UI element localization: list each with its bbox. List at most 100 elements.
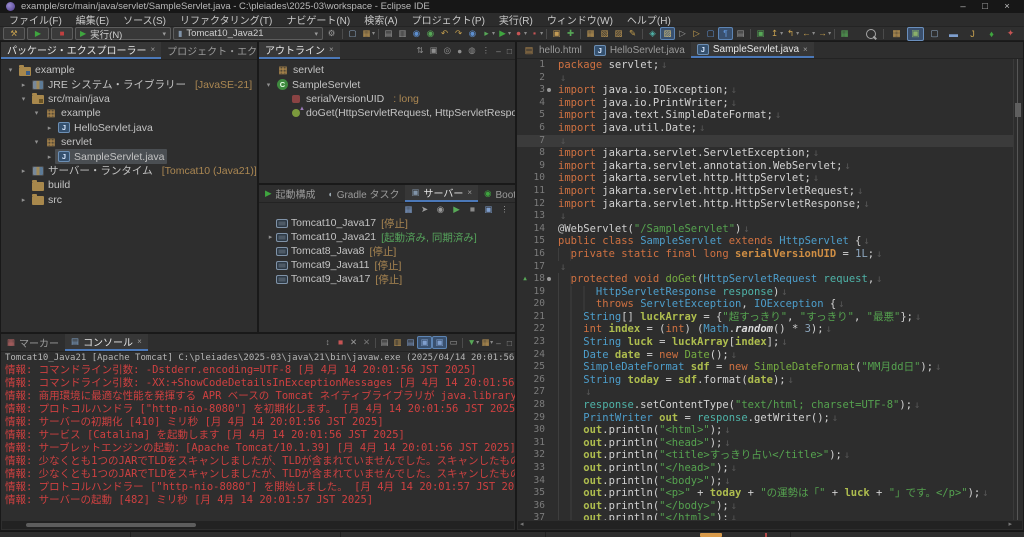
tab--[interactable]: ▶起動構成 bbox=[259, 185, 322, 202]
view-menu-icon[interactable]: ⋮ bbox=[498, 204, 511, 215]
back-icon[interactable]: ← bbox=[800, 28, 813, 39]
console-history-icon[interactable]: ▼ bbox=[465, 337, 478, 348]
tree-item[interactable]: doGet(HttpServletRequest, HttpServletRes… bbox=[259, 106, 515, 120]
code-line[interactable]: 6import java.util.Date;↓ bbox=[517, 122, 1013, 135]
expander-icon[interactable]: ▸ bbox=[18, 196, 29, 204]
window-minimize-button[interactable]: – bbox=[952, 1, 974, 12]
code-line[interactable]: 11import jakarta.servlet.http.HttpServle… bbox=[517, 185, 1013, 198]
tab-boot-[interactable]: ◉Boot ダッシュボード bbox=[478, 185, 515, 202]
minimize-icon[interactable]: – bbox=[493, 338, 504, 348]
open-console-icon[interactable]: ▭ bbox=[447, 337, 460, 348]
maximize-icon[interactable]: □ bbox=[504, 338, 515, 348]
skip-breakpoints-icon[interactable]: ◉ bbox=[410, 28, 423, 39]
menu-item[interactable]: 検索(A) bbox=[357, 12, 404, 27]
menu-item[interactable]: プロジェクト(P) bbox=[405, 12, 492, 27]
gear-icon[interactable]: ⚙ bbox=[325, 28, 338, 39]
close-icon[interactable]: × bbox=[803, 45, 808, 54]
run-config-combo[interactable]: ▶ 実行(N) ▾ bbox=[75, 27, 171, 40]
code-line[interactable]: 30out.println("<html>");↓ bbox=[517, 424, 1013, 437]
menu-item[interactable]: 実行(R) bbox=[492, 12, 540, 27]
code-line[interactable]: 32out.println("<title>すっきり占い</title>");↓ bbox=[517, 449, 1013, 462]
server-item[interactable]: Tomcat9_Java11[停止] bbox=[259, 258, 515, 272]
tree-item[interactable]: ▾example bbox=[1, 63, 257, 77]
code-line[interactable]: 25SimpleDateFormat sdf = new SimpleDateF… bbox=[517, 361, 1013, 374]
menu-item[interactable]: ヘルプ(H) bbox=[620, 12, 678, 27]
expander-icon[interactable]: ▾ bbox=[31, 109, 42, 117]
code-line[interactable]: 33out.println("</head>");↓ bbox=[517, 462, 1013, 475]
display-selected-icon[interactable]: ▣ bbox=[432, 336, 447, 349]
server-item[interactable]: ▸ Tomcat10_Java21[起動済み, 同期済み] bbox=[259, 230, 515, 244]
save-all-icon[interactable]: ▥ bbox=[396, 28, 409, 39]
code-line[interactable]: 7↓ bbox=[517, 135, 1013, 148]
undo-icon[interactable]: ↶ bbox=[438, 28, 451, 39]
tree-item[interactable]: build bbox=[1, 178, 257, 192]
code-line[interactable]: 14@WebServlet("/SampleServlet")↓ bbox=[517, 223, 1013, 236]
tree-item[interactable]: ▾▦servlet bbox=[1, 135, 257, 149]
maximize-icon[interactable]: □ bbox=[504, 46, 515, 56]
run-button[interactable]: ▶ bbox=[27, 27, 49, 40]
tab-sampleservlet-java[interactable]: JSampleServlet.java× bbox=[691, 42, 814, 58]
tab-helloservlet-java[interactable]: JHelloServlet.java bbox=[588, 42, 691, 58]
start-server-icon[interactable]: ▶ bbox=[450, 204, 463, 215]
perspective-java-icon[interactable]: J bbox=[964, 27, 981, 41]
redo-icon[interactable]: ↷ bbox=[452, 28, 465, 39]
code-line[interactable]: 31out.println("<head>");↓ bbox=[517, 437, 1013, 450]
pin-console-icon[interactable]: ▣ bbox=[417, 336, 432, 349]
new-window-icon[interactable]: ▢ bbox=[346, 28, 359, 39]
clear-console-icon[interactable]: ▤ bbox=[378, 337, 391, 348]
code-line[interactable]: 16private static final long serialVersio… bbox=[517, 248, 1013, 261]
view-menu-icon[interactable]: ⋮ bbox=[479, 45, 494, 56]
run-as-icon[interactable]: ▶ bbox=[496, 28, 509, 39]
new-console-icon[interactable]: ▦ bbox=[479, 337, 492, 348]
tab--[interactable]: ▣サーバー× bbox=[405, 185, 478, 202]
build-button[interactable]: ⚒ bbox=[3, 27, 25, 40]
hide-static-icon[interactable]: ◎ bbox=[441, 45, 454, 56]
tree-item[interactable]: ▸JHelloServlet.java bbox=[1, 121, 257, 135]
tree-item[interactable]: ▸JRE システム・ライブラリー[JavaSE-21] bbox=[1, 77, 257, 91]
new-servlet-icon[interactable]: ▣ bbox=[550, 28, 563, 39]
code-line[interactable]: 24Date date = new Date();↓ bbox=[517, 349, 1013, 362]
code-line[interactable]: 21String[] luckArray = {"超すっきり", "すっきり",… bbox=[517, 311, 1013, 324]
tab--[interactable]: アウトライン× bbox=[259, 42, 340, 59]
open-resource-icon[interactable]: ▦ bbox=[584, 28, 597, 39]
tree-item[interactable]: ▦servlet bbox=[259, 63, 515, 77]
code-line[interactable]: 5import java.text.SimpleDateFormat;↓ bbox=[517, 109, 1013, 122]
code-line[interactable]: 10import jakarta.servlet.http.HttpServle… bbox=[517, 172, 1013, 185]
code-line[interactable]: ▲18protected void doGet(HttpServletReque… bbox=[517, 273, 1013, 286]
terminate-icon[interactable]: ▪ bbox=[528, 28, 541, 39]
perspective-debug-icon[interactable]: ▬ bbox=[945, 27, 962, 41]
profile-server-icon[interactable]: ◉ bbox=[434, 204, 447, 215]
expander-icon[interactable]: ▸ bbox=[18, 167, 29, 175]
hide-local-icon[interactable]: ◍ bbox=[465, 45, 478, 56]
code-line[interactable]: 17↓ bbox=[517, 261, 1013, 274]
code-line[interactable]: 2↓ bbox=[517, 72, 1013, 85]
tree-item[interactable]: ▸JSampleServlet.java bbox=[1, 149, 257, 163]
profile-icon[interactable]: ● bbox=[512, 28, 525, 39]
tree-item[interactable]: ▾src/main/java bbox=[1, 92, 257, 106]
menu-item[interactable]: ファイル(F) bbox=[2, 12, 69, 27]
tree-item[interactable]: ▸サーバー・ランタイム[Tomcat10 (Java21)] bbox=[1, 164, 257, 178]
code-line[interactable]: 36out.println("</body>");↓ bbox=[517, 500, 1013, 513]
close-icon[interactable]: × bbox=[467, 188, 472, 197]
last-edit-location-icon[interactable]: ▣ bbox=[754, 28, 767, 39]
console-output[interactable]: 情報: コマンドライン引数: -Dstderr.encoding=UTF-8 [… bbox=[1, 364, 515, 520]
editor-hscrollbar[interactable]: ◂▸ bbox=[518, 521, 1022, 529]
expander-icon[interactable]: ▾ bbox=[18, 95, 29, 103]
publish-server-icon[interactable]: ▣ bbox=[482, 204, 495, 215]
tab--[interactable]: ▤コンソール× bbox=[65, 334, 148, 351]
menu-item[interactable]: 編集(E) bbox=[69, 12, 116, 27]
close-icon[interactable]: × bbox=[329, 45, 334, 54]
code-line[interactable]: 23String luck = luckArray[index];↓ bbox=[517, 336, 1013, 349]
window-close-button[interactable]: × bbox=[996, 1, 1018, 12]
expander-icon[interactable]: ▾ bbox=[5, 66, 16, 74]
debug-server-icon[interactable]: ➤ bbox=[418, 204, 431, 215]
expander-icon[interactable]: ▾ bbox=[263, 81, 274, 89]
code-line[interactable]: 9import jakarta.servlet.annotation.WebSe… bbox=[517, 160, 1013, 173]
server-item[interactable]: Tomcat8_Java8[停止] bbox=[259, 244, 515, 258]
perspective-git-icon[interactable]: ✦ bbox=[1002, 27, 1019, 41]
save-icon[interactable]: ▤ bbox=[382, 28, 395, 39]
code-line[interactable]: 35out.println("<p>" + today + "の運勢は「" + … bbox=[517, 487, 1013, 500]
prev-annotation-icon[interactable]: ▷ bbox=[690, 28, 703, 39]
expander-icon[interactable]: ▸ bbox=[265, 233, 276, 241]
expander-icon[interactable]: ▾ bbox=[31, 138, 42, 146]
